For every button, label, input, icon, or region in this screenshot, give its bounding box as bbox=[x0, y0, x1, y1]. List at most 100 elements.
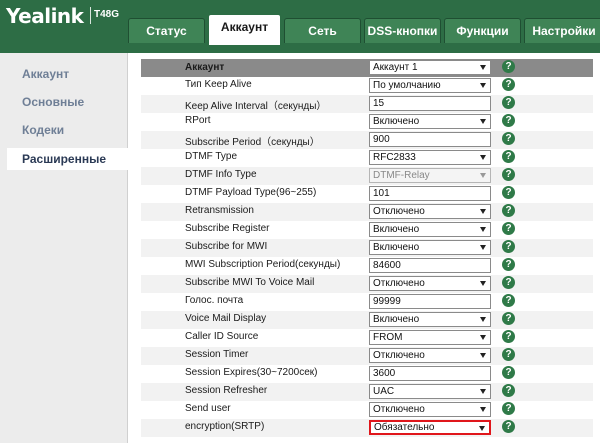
setting-label: Голос. почта bbox=[185, 295, 244, 306]
setting-row: Subscribe MWI To Voice Mail Отключено? bbox=[141, 275, 593, 293]
setting-select[interactable]: Включено bbox=[369, 222, 491, 237]
setting-label: RPort bbox=[185, 115, 211, 126]
sidebar-item-basic[interactable]: Основные bbox=[22, 95, 84, 109]
question-icon[interactable]: ? bbox=[502, 186, 515, 199]
question-icon[interactable]: ? bbox=[502, 312, 515, 325]
question-icon[interactable]: ? bbox=[502, 96, 515, 109]
setting-row: MWI Subscription Period(секунды) 84600? bbox=[141, 257, 593, 275]
setting-label: Retransmission bbox=[185, 205, 254, 216]
setting-select[interactable]: Отключено bbox=[369, 204, 491, 219]
question-icon[interactable]: ? bbox=[502, 60, 515, 73]
setting-label: Subscribe for MWI bbox=[185, 241, 268, 252]
setting-row: Subscribe Register Включено? bbox=[141, 221, 593, 239]
tab-underline-band bbox=[0, 45, 600, 53]
setting-select[interactable]: Включено bbox=[369, 240, 491, 255]
sidebar-item-account[interactable]: Аккаунт bbox=[22, 67, 69, 81]
setting-row: RPort Включено? bbox=[141, 113, 593, 131]
setting-label: Session Timer bbox=[185, 349, 249, 360]
setting-label: DTMF Payload Type(96~255) bbox=[185, 187, 317, 198]
setting-label: Subscribe Register bbox=[185, 223, 270, 234]
setting-label: DTMF Type bbox=[185, 151, 238, 162]
setting-select[interactable]: Отключено bbox=[369, 348, 491, 363]
setting-input[interactable]: 900 bbox=[369, 132, 491, 147]
sidebar-item-advanced[interactable]: Расширенные bbox=[7, 148, 128, 170]
question-icon[interactable]: ? bbox=[502, 420, 515, 433]
question-icon[interactable]: ? bbox=[502, 258, 515, 271]
question-icon[interactable]: ? bbox=[502, 78, 515, 91]
question-icon[interactable]: ? bbox=[502, 132, 515, 145]
setting-select[interactable]: По умолчанию bbox=[369, 78, 491, 93]
question-icon[interactable]: ? bbox=[502, 150, 515, 163]
setting-label: encryption(SRTP) bbox=[185, 421, 265, 432]
setting-row: Session Expires(30~7200сек) 3600? bbox=[141, 365, 593, 383]
question-icon[interactable]: ? bbox=[502, 114, 515, 127]
question-icon[interactable]: ? bbox=[502, 204, 515, 217]
account-select-label: Аккаунт bbox=[185, 62, 225, 73]
tab-features[interactable]: Функции bbox=[444, 18, 521, 43]
sidebar-item-codecs[interactable]: Кодеки bbox=[22, 123, 64, 137]
setting-row: Keep Alive Interval（секунды） 15? bbox=[141, 95, 593, 113]
sidebar: Аккаунт Основные Кодеки Расширенные bbox=[0, 53, 128, 443]
question-icon[interactable]: ? bbox=[502, 240, 515, 253]
setting-label: Session Expires(30~7200сек) bbox=[185, 367, 318, 378]
setting-row: Retransmission Отключено? bbox=[141, 203, 593, 221]
setting-select[interactable]: UAC bbox=[369, 384, 491, 399]
settings-panel: Аккаунт Аккаунт 1 ? Тип Keep Alive По умо… bbox=[128, 53, 600, 443]
question-icon[interactable]: ? bbox=[502, 330, 515, 343]
setting-select[interactable]: Включено bbox=[369, 114, 491, 129]
setting-input[interactable]: 99999 bbox=[369, 294, 491, 309]
model-label: T48G bbox=[94, 9, 120, 20]
setting-label: Keep Alive Interval（секунды） bbox=[185, 101, 327, 112]
setting-row: Session Refresher UAC? bbox=[141, 383, 593, 401]
question-icon[interactable]: ? bbox=[502, 294, 515, 307]
setting-select[interactable]: Включено bbox=[369, 312, 491, 327]
setting-row: DTMF Info Type DTMF-Relay? bbox=[141, 167, 593, 185]
setting-row: Voice Mail Display Включено? bbox=[141, 311, 593, 329]
setting-input[interactable]: 84600 bbox=[369, 258, 491, 273]
setting-label: Subscribe MWI To Voice Mail bbox=[185, 277, 315, 288]
setting-select[interactable]: Отключено bbox=[369, 276, 491, 291]
setting-label: Subscribe Period（секунды） bbox=[185, 137, 320, 148]
question-icon[interactable]: ? bbox=[502, 402, 515, 415]
tab-settings[interactable]: Настройки bbox=[524, 18, 600, 43]
yealink-logo: Yealink bbox=[6, 4, 84, 28]
tab-account[interactable]: Аккаунт bbox=[208, 14, 281, 45]
setting-row: DTMF Payload Type(96~255) 101? bbox=[141, 185, 593, 203]
setting-select[interactable]: RFC2833 bbox=[369, 150, 491, 165]
setting-row: Session Timer Отключено? bbox=[141, 347, 593, 365]
question-icon[interactable]: ? bbox=[502, 168, 515, 181]
setting-select[interactable]: Отключено bbox=[369, 402, 491, 417]
question-icon[interactable]: ? bbox=[502, 348, 515, 361]
question-icon[interactable]: ? bbox=[502, 366, 515, 379]
setting-row: DTMF Type RFC2833? bbox=[141, 149, 593, 167]
account-select[interactable]: Аккаунт 1 bbox=[369, 60, 491, 75]
setting-input[interactable]: 101 bbox=[369, 186, 491, 201]
setting-input[interactable]: 3600 bbox=[369, 366, 491, 381]
tab-status[interactable]: Статус bbox=[128, 18, 205, 43]
setting-row: Send user Отключено? bbox=[141, 401, 593, 419]
setting-label: Тип Keep Alive bbox=[185, 79, 252, 90]
setting-row: Subscribe Period（секунды） 900? bbox=[141, 131, 593, 149]
tab-network[interactable]: Сеть bbox=[284, 18, 361, 43]
setting-row: Caller ID Source FROM? bbox=[141, 329, 593, 347]
setting-label: DTMF Info Type bbox=[185, 169, 257, 180]
setting-label: Caller ID Source bbox=[185, 331, 259, 342]
setting-label: Session Refresher bbox=[185, 385, 268, 396]
setting-row: encryption(SRTP) Обязательно? bbox=[141, 419, 593, 437]
tab-dss-keys[interactable]: DSS-кнопки bbox=[364, 18, 441, 43]
setting-label: Send user bbox=[185, 403, 231, 414]
setting-input[interactable]: 15 bbox=[369, 96, 491, 111]
setting-row: Голос. почта 99999? bbox=[141, 293, 593, 311]
setting-row: Subscribe for MWI Включено? bbox=[141, 239, 593, 257]
setting-row: Тип Keep Alive По умолчанию? bbox=[141, 77, 593, 95]
setting-select[interactable]: Обязательно bbox=[369, 420, 491, 435]
question-icon[interactable]: ? bbox=[502, 276, 515, 289]
setting-label: Voice Mail Display bbox=[185, 313, 267, 324]
question-icon[interactable]: ? bbox=[502, 222, 515, 235]
logo-divider bbox=[90, 7, 91, 24]
setting-label: MWI Subscription Period(секунды) bbox=[185, 259, 341, 270]
setting-select[interactable]: FROM bbox=[369, 330, 491, 345]
question-icon[interactable]: ? bbox=[502, 384, 515, 397]
setting-select: DTMF-Relay bbox=[369, 168, 491, 183]
account-select-row: Аккаунт Аккаунт 1 ? bbox=[141, 59, 593, 77]
